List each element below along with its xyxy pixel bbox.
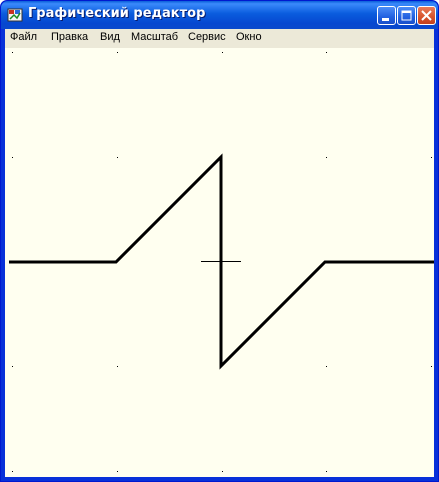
grid-dot bbox=[117, 52, 118, 53]
crosshair-cursor bbox=[201, 244, 241, 280]
minimize-button[interactable] bbox=[377, 6, 396, 25]
minimize-icon bbox=[382, 18, 389, 21]
grid-dot bbox=[431, 157, 432, 158]
canvas-svg bbox=[9, 52, 434, 472]
close-icon bbox=[421, 10, 432, 21]
menu-file[interactable]: Файл bbox=[10, 31, 37, 43]
grid-dot bbox=[117, 366, 118, 367]
grid-dot bbox=[222, 52, 223, 53]
grid-dot bbox=[12, 471, 13, 472]
title-bar[interactable]: Графический редактор bbox=[1, 1, 438, 29]
app-icon[interactable] bbox=[7, 7, 23, 23]
menu-scale[interactable]: Масштаб bbox=[131, 31, 178, 43]
menu-service[interactable]: Сервис bbox=[188, 31, 226, 43]
grid-dot bbox=[12, 157, 13, 158]
drawing-canvas[interactable] bbox=[5, 48, 434, 477]
app-window: Графический редактор Файл Правка Вид Мас… bbox=[0, 0, 439, 482]
menu-bar: Файл Правка Вид Масштаб Сервис Окно bbox=[5, 29, 434, 48]
window-title: Графический редактор bbox=[28, 6, 206, 21]
menu-view[interactable]: Вид bbox=[100, 31, 120, 43]
grid-dot bbox=[326, 52, 327, 53]
close-button[interactable] bbox=[417, 6, 436, 25]
menu-window[interactable]: Окно bbox=[236, 31, 262, 43]
grid-dot bbox=[12, 52, 13, 53]
grid-dot bbox=[117, 471, 118, 472]
grid-dot bbox=[326, 157, 327, 158]
grid-dot bbox=[222, 471, 223, 472]
maximize-button[interactable] bbox=[397, 6, 416, 25]
grid-dot bbox=[431, 366, 432, 367]
grid-dot bbox=[117, 157, 118, 158]
menu-edit[interactable]: Правка bbox=[51, 31, 88, 43]
grid-dot bbox=[12, 366, 13, 367]
grid-dot bbox=[326, 471, 327, 472]
maximize-icon bbox=[401, 10, 412, 21]
grid-dot bbox=[326, 366, 327, 367]
